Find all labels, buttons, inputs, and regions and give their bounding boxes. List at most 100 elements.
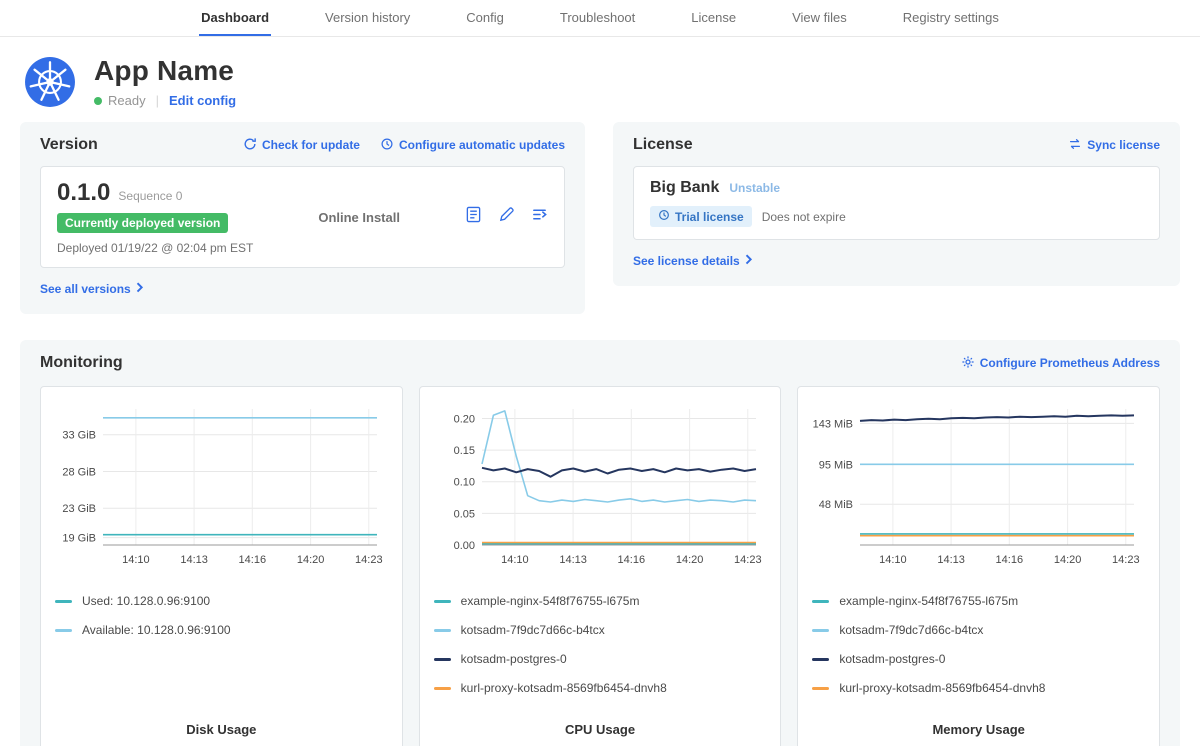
refresh-icon bbox=[243, 137, 257, 154]
license-card-header: License Sync license bbox=[633, 136, 1160, 154]
cpu-usage-title: CPU Usage bbox=[434, 710, 767, 737]
deploy-logs-button[interactable] bbox=[531, 206, 548, 228]
edit-config-link[interactable]: Edit config bbox=[169, 93, 236, 108]
legend-label: kotsadm-postgres-0 bbox=[839, 652, 945, 666]
tab-troubleshoot[interactable]: Troubleshoot bbox=[558, 0, 637, 36]
tab-dashboard[interactable]: Dashboard bbox=[199, 0, 271, 36]
svg-text:28 GiB: 28 GiB bbox=[62, 467, 96, 479]
memory-usage-title: Memory Usage bbox=[812, 710, 1145, 737]
tab-config[interactable]: Config bbox=[464, 0, 506, 36]
svg-text:0.10: 0.10 bbox=[453, 477, 474, 489]
svg-text:14:23: 14:23 bbox=[355, 554, 383, 566]
app-status-label: Ready bbox=[108, 93, 146, 108]
configure-prometheus-link[interactable]: Configure Prometheus Address bbox=[961, 355, 1160, 372]
svg-text:14:16: 14:16 bbox=[617, 554, 645, 566]
release-notes-icon bbox=[465, 206, 482, 228]
legend-item: kotsadm-postgres-0 bbox=[434, 652, 767, 666]
legend-color-swatch bbox=[55, 600, 72, 603]
check-for-update-label: Check for update bbox=[262, 138, 360, 152]
sync-license-label: Sync license bbox=[1087, 138, 1160, 152]
svg-text:14:13: 14:13 bbox=[180, 554, 208, 566]
kots-dashboard-page: Dashboard Version history Config Trouble… bbox=[0, 0, 1200, 746]
deployed-version-badge: Currently deployed version bbox=[57, 213, 228, 233]
legend-color-swatch bbox=[812, 658, 829, 661]
divider: | bbox=[156, 93, 159, 108]
svg-text:14:20: 14:20 bbox=[297, 554, 325, 566]
sync-license-link[interactable]: Sync license bbox=[1068, 137, 1160, 154]
configure-auto-updates-link[interactable]: Configure automatic updates bbox=[380, 137, 565, 154]
cpu-usage-legend: example-nginx-54f8f76755-l675m kotsadm-7f… bbox=[434, 594, 767, 710]
legend-label: Used: 10.128.0.96:9100 bbox=[82, 594, 210, 608]
legend-label: kotsadm-postgres-0 bbox=[461, 652, 567, 666]
see-license-details-link[interactable]: See license details bbox=[633, 254, 753, 268]
auto-update-clock-icon bbox=[380, 137, 394, 154]
disk-usage-chart-card: 33 GiB28 GiB23 GiB19 GiB14:1014:1314:161… bbox=[40, 386, 403, 746]
charts-row: 33 GiB28 GiB23 GiB19 GiB14:1014:1314:161… bbox=[40, 386, 1160, 746]
svg-text:0.05: 0.05 bbox=[453, 508, 474, 520]
current-version-box: 0.1.0 Sequence 0 Currently deployed vers… bbox=[40, 166, 565, 268]
legend-label: kotsadm-7f9dc7d66c-b4tcx bbox=[461, 623, 605, 637]
legend-label: example-nginx-54f8f76755-l675m bbox=[461, 594, 640, 608]
tab-registry-settings[interactable]: Registry settings bbox=[901, 0, 1001, 36]
svg-text:14:16: 14:16 bbox=[239, 554, 267, 566]
svg-text:0.20: 0.20 bbox=[453, 414, 474, 426]
memory-usage-chart-card: 143 MiB95 MiB48 MiB14:1014:1314:1614:201… bbox=[797, 386, 1160, 746]
legend-item: example-nginx-54f8f76755-l675m bbox=[434, 594, 767, 608]
tab-license[interactable]: License bbox=[689, 0, 738, 36]
svg-text:14:20: 14:20 bbox=[676, 554, 704, 566]
install-type-label: Online Install bbox=[318, 210, 400, 225]
configure-prometheus-label: Configure Prometheus Address bbox=[980, 356, 1160, 370]
legend-label: kurl-proxy-kotsadm-8569fb6454-dnvh8 bbox=[839, 681, 1045, 695]
legend-label: kotsadm-7f9dc7d66c-b4tcx bbox=[839, 623, 983, 637]
license-info-box: Big Bank Unstable Trial license Does not… bbox=[633, 166, 1160, 240]
license-card-title: License bbox=[633, 136, 693, 154]
legend-color-swatch bbox=[434, 658, 451, 661]
sync-arrows-icon bbox=[1068, 137, 1082, 154]
customer-name: Big Bank bbox=[650, 179, 719, 197]
kubernetes-logo-icon bbox=[24, 56, 76, 108]
chart-canvas: 0.200.150.100.050.0014:1014:1314:1614:20… bbox=[434, 401, 764, 573]
chevron-right-icon bbox=[136, 282, 144, 296]
legend-item: Used: 10.128.0.96:9100 bbox=[55, 594, 388, 608]
check-for-update-link[interactable]: Check for update bbox=[243, 137, 360, 154]
svg-text:14:10: 14:10 bbox=[122, 554, 150, 566]
version-card-header: Version Check for update Configure autom… bbox=[40, 136, 565, 154]
trial-license-badge: Trial license bbox=[650, 206, 752, 227]
svg-text:14:16: 14:16 bbox=[996, 554, 1024, 566]
deploy-logs-icon bbox=[531, 206, 548, 228]
legend-color-swatch bbox=[434, 687, 451, 690]
monitoring-header: Monitoring Configure Prometheus Address bbox=[40, 354, 1160, 372]
see-all-versions-link[interactable]: See all versions bbox=[40, 282, 144, 296]
svg-text:14:20: 14:20 bbox=[1054, 554, 1082, 566]
disk-usage-title: Disk Usage bbox=[55, 710, 388, 737]
svg-text:19 GiB: 19 GiB bbox=[62, 533, 96, 545]
release-notes-button[interactable] bbox=[465, 206, 482, 228]
monitoring-card: Monitoring Configure Prometheus Address … bbox=[20, 340, 1180, 746]
legend-color-swatch bbox=[812, 687, 829, 690]
disk-usage-plot: 33 GiB28 GiB23 GiB19 GiB14:1014:1314:161… bbox=[55, 401, 388, 578]
svg-text:0.00: 0.00 bbox=[453, 540, 474, 552]
legend-color-swatch bbox=[434, 629, 451, 632]
tab-view-files[interactable]: View files bbox=[790, 0, 849, 36]
legend-color-swatch bbox=[812, 600, 829, 603]
version-action-icons bbox=[465, 206, 548, 228]
svg-text:48 MiB: 48 MiB bbox=[819, 499, 853, 511]
svg-text:95 MiB: 95 MiB bbox=[819, 459, 853, 471]
deployed-timestamp: Deployed 01/19/22 @ 02:04 pm EST bbox=[57, 241, 253, 255]
legend-item: Available: 10.128.0.96:9100 bbox=[55, 623, 388, 637]
svg-text:14:13: 14:13 bbox=[938, 554, 966, 566]
memory-usage-plot: 143 MiB95 MiB48 MiB14:1014:1314:1614:201… bbox=[812, 401, 1145, 578]
tab-version-history[interactable]: Version history bbox=[323, 0, 412, 36]
channel-label: Unstable bbox=[729, 181, 780, 195]
svg-text:14:23: 14:23 bbox=[1112, 554, 1140, 566]
gear-icon bbox=[961, 355, 975, 372]
version-card: Version Check for update Configure autom… bbox=[20, 122, 585, 314]
svg-text:14:10: 14:10 bbox=[501, 554, 529, 566]
legend-item: kotsadm-7f9dc7d66c-b4tcx bbox=[812, 623, 1145, 637]
sequence-label: Sequence 0 bbox=[118, 189, 182, 203]
version-number: 0.1.0 bbox=[57, 179, 110, 207]
legend-label: kurl-proxy-kotsadm-8569fb6454-dnvh8 bbox=[461, 681, 667, 695]
see-all-versions-label: See all versions bbox=[40, 282, 131, 296]
edit-version-config-button[interactable] bbox=[498, 206, 515, 228]
version-info: 0.1.0 Sequence 0 Currently deployed vers… bbox=[57, 179, 253, 255]
